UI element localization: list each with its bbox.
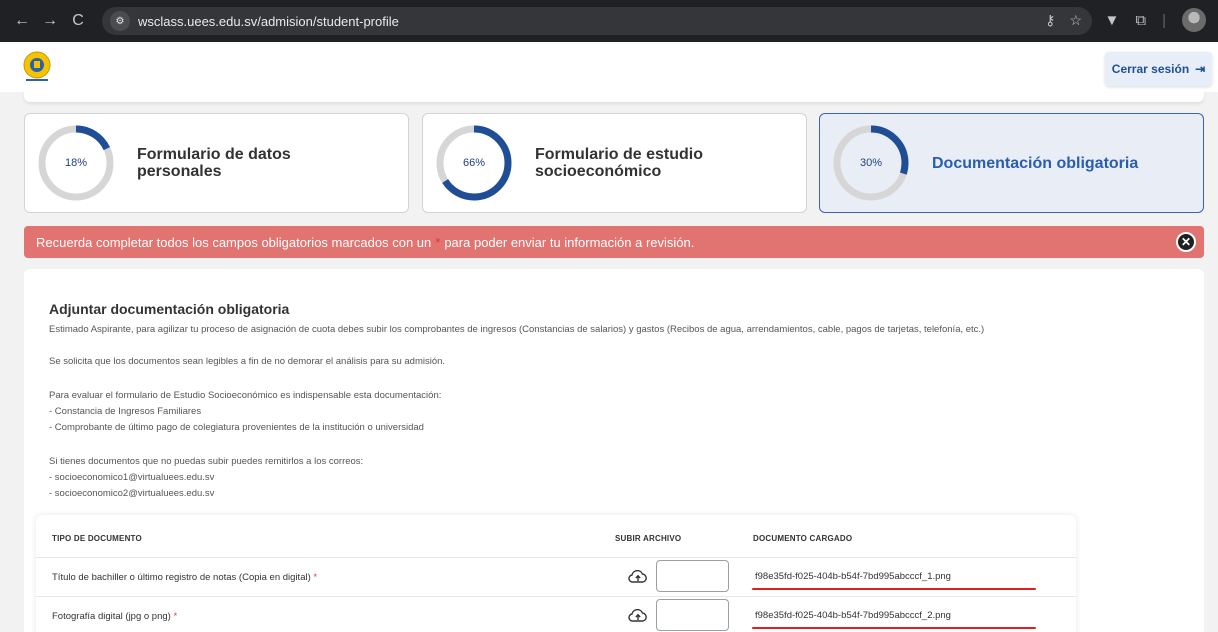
column-header-uploaded-file: DOCUMENTO CARGADO <box>753 534 853 543</box>
forward-icon[interactable]: → <box>36 7 64 35</box>
cloud-upload-icon[interactable] <box>628 569 648 585</box>
column-header-document-type: TIPO DE DOCUMENTO <box>52 534 142 543</box>
required-star: * <box>435 234 441 250</box>
site-info-icon[interactable]: ⚙ <box>110 11 130 31</box>
browser-toolbar: ← → C ⚙ wsclass.uees.edu.sv/admision/stu… <box>0 0 1218 42</box>
table-row: Fotografía digital (jpg o png) * f98e35f… <box>36 596 1076 632</box>
logout-icon: ⇥ <box>1195 62 1206 76</box>
extension-icon[interactable]: ▼ <box>1105 12 1120 29</box>
reload-icon[interactable]: C <box>64 7 92 35</box>
alert-text-end: para poder enviar tu información a revis… <box>444 234 695 250</box>
university-logo-icon <box>23 51 51 81</box>
progress-percent: 66% <box>462 157 486 169</box>
red-underline-annotation <box>752 588 1036 590</box>
instructions-paragraph: Estimado Aspirante, para agilizar tu pro… <box>49 324 985 335</box>
email-intro: Si tienes documentos que no puedas subir… <box>49 456 364 467</box>
email-item: - socioeconomico1@virtualuees.edu.sv <box>49 472 215 483</box>
alert-text-start: Recuerda completar todos los campos obli… <box>36 234 432 250</box>
column-header-upload: SUBIR ARCHIVO <box>615 534 682 543</box>
file-input[interactable] <box>656 599 729 631</box>
logout-label: Cerrar sesión <box>1111 62 1190 76</box>
uploaded-file-name[interactable]: f98e35fd-f025-404b-b54f-7bd995abcccf_2.p… <box>755 610 951 621</box>
password-key-icon[interactable]: ⚷ <box>1045 12 1055 29</box>
toolbar-separator: | <box>1162 11 1166 29</box>
table-row: Título de bachiller o último registro de… <box>36 557 1076 595</box>
required-star: * <box>313 572 318 583</box>
progress-percent: 30% <box>859 157 883 169</box>
back-icon[interactable]: ← <box>8 7 36 35</box>
url-text[interactable]: wsclass.uees.edu.sv/admision/student-pro… <box>138 14 399 29</box>
bookmark-star-icon[interactable]: ☆ <box>1069 12 1082 29</box>
email-item: - socioeconomico2@virtualuees.edu.sv <box>49 488 215 499</box>
document-type-label: Fotografía digital (jpg o png) <box>52 611 171 622</box>
document-type-cell: Título de bachiller o último registro de… <box>52 572 317 583</box>
required-star: * <box>173 611 178 622</box>
card-required-documents[interactable]: 30% Documentación obligatoria <box>819 113 1204 213</box>
document-type-cell: Fotografía digital (jpg o png) * <box>52 611 177 622</box>
required-fields-alert: Recuerda completar todos los campos obli… <box>24 226 1204 258</box>
document-type-label: Título de bachiller o último registro de… <box>52 572 311 583</box>
extensions-puzzle-icon[interactable]: ⧉ <box>1135 12 1146 29</box>
card-title: Documentación obligatoria <box>932 154 1139 172</box>
address-bar[interactable]: ⚙ wsclass.uees.edu.sv/admision/student-p… <box>102 7 1092 35</box>
logout-button[interactable]: Cerrar sesión ⇥ <box>1105 52 1212 86</box>
header-subbar <box>24 92 1204 102</box>
close-icon[interactable]: ✕ <box>1176 232 1196 252</box>
uploaded-file-name[interactable]: f98e35fd-f025-404b-b54f-7bd995abcccf_1.p… <box>755 571 951 582</box>
required-doc-item: - Constancia de Ingresos Familiares <box>49 406 202 417</box>
required-docs-intro: Para evaluar el formulario de Estudio So… <box>49 390 442 401</box>
cloud-upload-icon[interactable] <box>628 608 648 624</box>
required-doc-item: - Comprobante de último pago de colegiat… <box>49 422 424 433</box>
app-header <box>0 42 1218 92</box>
progress-percent: 18% <box>64 157 88 169</box>
red-underline-annotation <box>752 627 1036 629</box>
card-title: Formulario de estudio socioeconómico <box>535 146 704 180</box>
card-title: Formulario de datos personales <box>137 146 291 180</box>
card-socioeconomic-study[interactable]: 66% Formulario de estudio socioeconómico <box>422 113 807 213</box>
card-personal-data[interactable]: 18% Formulario de datos personales <box>24 113 409 213</box>
legibility-note: Se solicita que los documentos sean legi… <box>49 356 446 367</box>
file-input[interactable] <box>656 560 729 592</box>
section-title: Adjuntar documentación obligatoria <box>49 301 290 317</box>
profile-avatar[interactable] <box>1182 8 1206 32</box>
documents-table: TIPO DE DOCUMENTO SUBIR ARCHIVO DOCUMENT… <box>36 515 1076 632</box>
